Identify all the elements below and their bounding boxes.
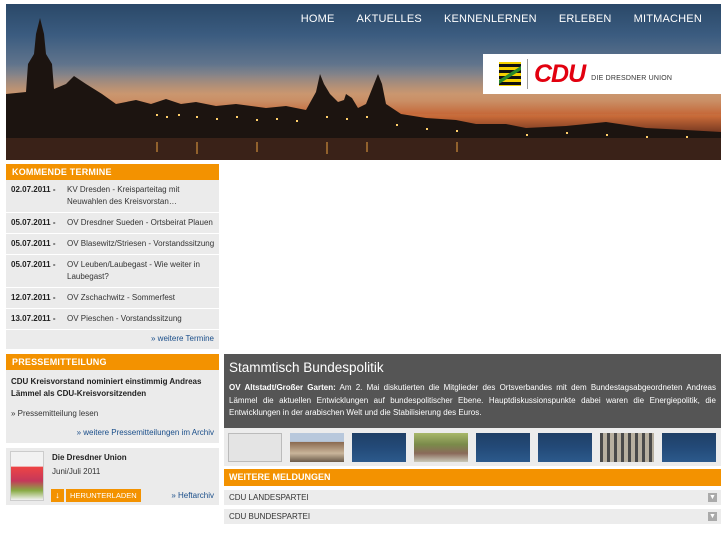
termin-text[interactable]: OV Leuben/Laubegast - Wie weiter in Laub…	[67, 259, 215, 283]
thumbnail[interactable]	[228, 433, 282, 462]
termin-date: 12.07.2011 -	[11, 293, 56, 302]
meldung-label: CDU BUNDESPARTEI	[229, 512, 311, 521]
expand-icon[interactable]: ▼	[708, 512, 717, 521]
nav-home[interactable]: HOME	[290, 12, 346, 26]
download-icon: ↓	[51, 489, 64, 502]
logo-brand: CDU	[534, 59, 586, 88]
thumbnail[interactable]	[538, 433, 592, 462]
main-navigation: HOME AKTUELLES KENNENLERNEN ERLEBEN MITM…	[290, 12, 713, 26]
feature-image-area	[224, 164, 721, 354]
thumbnail[interactable]	[662, 433, 716, 462]
meldung-row-landespartei[interactable]: CDU LANDESPARTEI ▼	[224, 490, 721, 505]
more-press-link[interactable]: » weitere Pressemitteilungen im Archiv	[6, 424, 219, 443]
termin-date: 05.07.2011 -	[11, 218, 56, 227]
download-label: HERUNTERLADEN	[66, 489, 141, 502]
meldung-label: CDU LANDESPARTEI	[229, 493, 309, 502]
saxony-coat-of-arms-icon	[499, 62, 521, 86]
more-termine-link[interactable]: » weitere Termine	[6, 330, 219, 349]
thumbnail[interactable]	[600, 433, 654, 462]
thumbnail[interactable]	[476, 433, 530, 462]
termin-text[interactable]: OV Dresdner Sueden - Ortsbeirat Plauen	[67, 217, 213, 229]
termin-item[interactable]: 13.07.2011 - OV Pieschen - Vorstandssitz…	[6, 309, 219, 330]
logo-subtitle: DIE DRESDNER UNION	[591, 74, 673, 82]
download-button[interactable]: ↓ HERUNTERLADEN	[51, 489, 141, 502]
feature-text: OV Altstadt/Großer Garten: Am 2. Mai dis…	[229, 382, 716, 420]
logo-divider	[527, 59, 528, 89]
feature-title[interactable]: Stammtisch Bundespolitik	[229, 360, 716, 375]
heftarchiv-link[interactable]: » Heftarchiv	[171, 491, 214, 500]
magazine-title: Die Dresdner Union	[52, 453, 127, 462]
termin-text[interactable]: KV Dresden - Kreisparteitag mit Neuwahle…	[67, 184, 215, 208]
termine-list: 02.07.2011 - KV Dresden - Kreisparteitag…	[6, 180, 219, 349]
presse-box: CDU Kreisvorstand nominiert einstimmig A…	[6, 370, 219, 443]
meldungen-heading: WEITERE MELDUNGEN	[224, 469, 721, 486]
expand-icon[interactable]: ▼	[708, 493, 717, 502]
thumbnail-strip	[224, 428, 721, 466]
termin-date: 05.07.2011 -	[11, 260, 56, 269]
thumbnail[interactable]	[290, 433, 344, 462]
termin-date: 05.07.2011 -	[11, 239, 56, 248]
thumbnail[interactable]	[352, 433, 406, 462]
termin-item[interactable]: 05.07.2011 - OV Leuben/Laubegast - Wie w…	[6, 255, 219, 288]
nav-aktuelles[interactable]: AKTUELLES	[346, 12, 433, 26]
main-content: Stammtisch Bundespolitik OV Altstadt/Gro…	[224, 164, 721, 524]
magazine-cover-image[interactable]	[10, 451, 44, 501]
termin-text[interactable]: OV Zschachwitz - Sommerfest	[67, 292, 175, 304]
feature-teaser[interactable]: Stammtisch Bundespolitik OV Altstadt/Gro…	[224, 354, 721, 428]
termin-text[interactable]: OV Pieschen - Vorstandssitzung	[67, 313, 182, 325]
termin-date: 13.07.2011 -	[11, 314, 56, 323]
termin-item[interactable]: 05.07.2011 - OV Dresdner Sueden - Ortsbe…	[6, 213, 219, 234]
nav-kennenlernen[interactable]: KENNENLERNEN	[433, 12, 548, 26]
magazine-issue: Juni/Juli 2011	[52, 467, 101, 476]
press-release-title[interactable]: CDU Kreisvorstand nominiert einstimmig A…	[6, 370, 219, 403]
nav-erleben[interactable]: ERLEBEN	[548, 12, 623, 26]
termine-heading: KOMMENDE TERMINE	[6, 164, 219, 180]
termin-text[interactable]: OV Blasewitz/Striesen - Vorstandssitzung	[67, 238, 214, 250]
termin-item[interactable]: 02.07.2011 - KV Dresden - Kreisparteitag…	[6, 180, 219, 213]
header-banner: HOME AKTUELLES KENNENLERNEN ERLEBEN MITM…	[6, 4, 721, 160]
meldung-row-bundespartei[interactable]: CDU BUNDESPARTEI ▼	[224, 509, 721, 524]
termin-item[interactable]: 12.07.2011 - OV Zschachwitz - Sommerfest	[6, 288, 219, 309]
press-read-link[interactable]: » Pressemitteilung lesen	[6, 403, 219, 424]
thumbnail[interactable]	[414, 433, 468, 462]
termin-date: 02.07.2011 -	[11, 185, 56, 194]
cdu-logo[interactable]: CDU DIE DRESDNER UNION	[483, 54, 721, 94]
left-sidebar: KOMMENDE TERMINE 02.07.2011 - KV Dresden…	[6, 164, 219, 505]
nav-mitmachen[interactable]: MITMACHEN	[623, 12, 713, 26]
magazine-box: Die Dresdner Union Juni/Juli 2011 ↓ HERU…	[6, 448, 219, 505]
feature-lead: OV Altstadt/Großer Garten:	[229, 383, 336, 392]
termin-item[interactable]: 05.07.2011 - OV Blasewitz/Striesen - Vor…	[6, 234, 219, 255]
presse-heading: PRESSEMITTEILUNG	[6, 354, 219, 370]
